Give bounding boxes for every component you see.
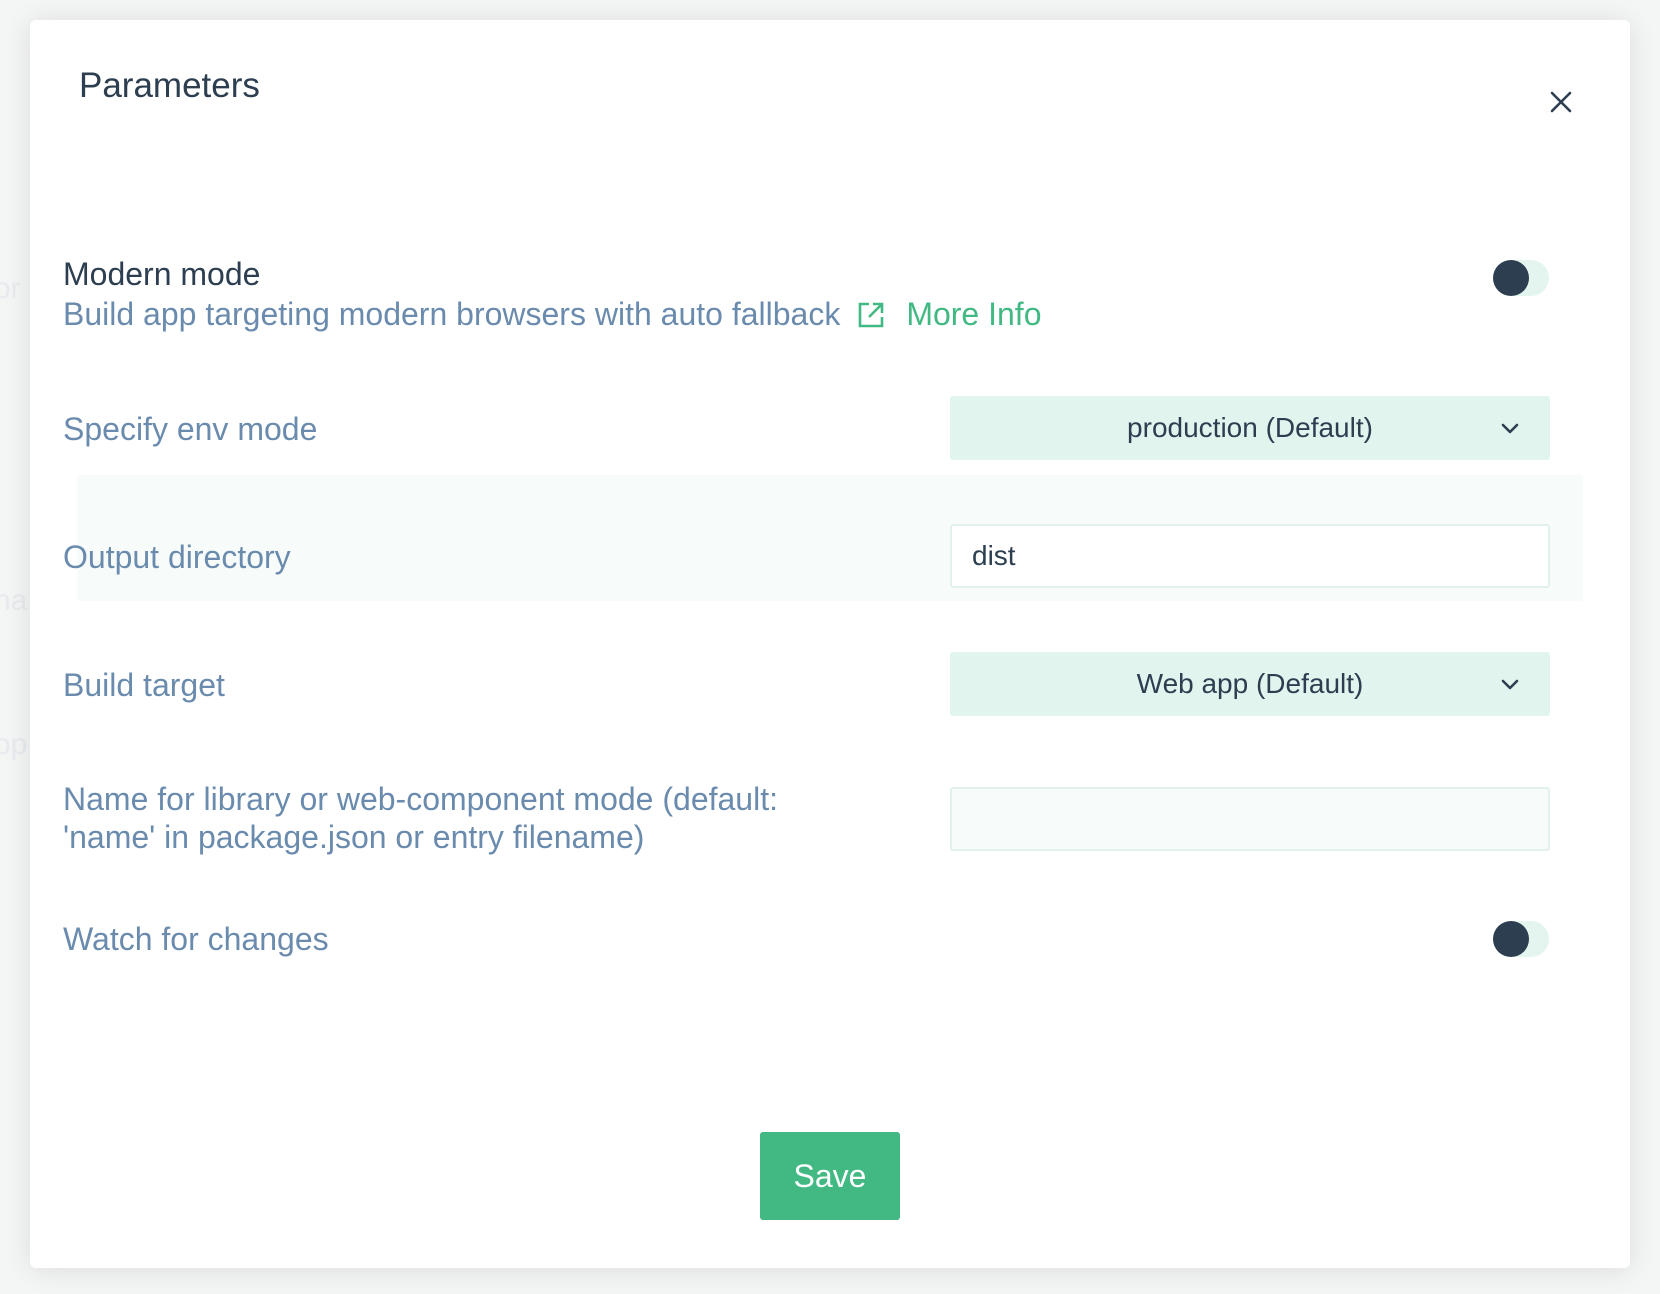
watch-label: Watch for changes <box>63 921 329 957</box>
output-directory-input[interactable] <box>950 524 1550 588</box>
more-info-link[interactable]: More Info <box>906 296 1041 333</box>
close-button[interactable] <box>1541 82 1581 122</box>
background-text: na <box>0 584 28 617</box>
watch-toggle[interactable] <box>1493 921 1549 957</box>
dialog-title: Parameters <box>79 66 260 105</box>
toggle-knob <box>1493 260 1529 296</box>
library-name-input[interactable] <box>950 787 1550 851</box>
save-button[interactable]: Save <box>760 1132 900 1220</box>
library-name-label-line2: 'name' in package.json or entry filename… <box>63 819 645 855</box>
close-icon <box>1550 91 1572 113</box>
external-link-icon[interactable] <box>856 300 886 330</box>
library-name-label: Name for library or web-component mode (… <box>63 780 778 856</box>
modern-mode-label: Modern mode <box>63 256 261 292</box>
modern-mode-toggle[interactable] <box>1493 260 1549 296</box>
build-target-select[interactable]: Web app (Default) <box>950 652 1550 716</box>
build-target-label: Build target <box>63 667 225 703</box>
parameters-dialog: Parameters Modern mode Build app targeti… <box>30 20 1630 1268</box>
toggle-knob <box>1493 921 1529 957</box>
modern-mode-description-row: Build app targeting modern browsers with… <box>63 296 1041 333</box>
chevron-down-icon <box>1501 679 1519 690</box>
env-mode-label: Specify env mode <box>63 411 318 447</box>
env-mode-select[interactable]: production (Default) <box>950 396 1550 460</box>
output-directory-label: Output directory <box>63 539 291 575</box>
build-target-selected-value: Web app (Default) <box>1136 668 1364 699</box>
background-text: or <box>0 272 21 305</box>
background-text: op <box>0 728 28 761</box>
library-name-label-line1: Name for library or web-component mode (… <box>63 781 778 817</box>
modern-mode-description: Build app targeting modern browsers with… <box>63 296 841 332</box>
chevron-down-icon <box>1501 423 1519 434</box>
env-mode-selected-value: production (Default) <box>1127 412 1373 443</box>
